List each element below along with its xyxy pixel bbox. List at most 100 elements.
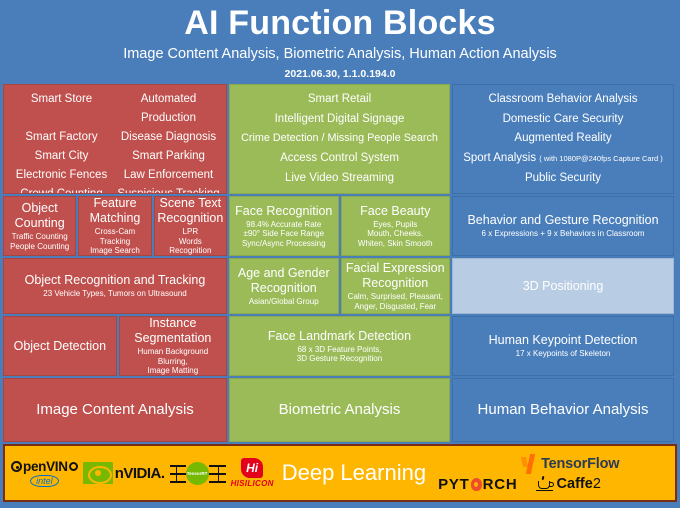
block-subtitle: Eyes, Pupils Mouth, Cheeks. Whiten, Skin… (357, 219, 433, 248)
app-tag-sport-analysis: Sport Analysis ( with 1080P@240fps Captu… (457, 149, 669, 168)
page-title: AI Function Blocks (184, 4, 496, 42)
caffe2-logo: Caffe2 (535, 475, 601, 492)
red-features-row-2: Object Counting Traffic Counting People … (3, 196, 227, 256)
app-tag: Smart Factory (25, 131, 98, 143)
block-face-recognition[interactable]: Face Recognition 98.4% Accurate Rate ±90… (229, 196, 339, 256)
blue-applications-block: Classroom Behavior Analysis Domestic Car… (452, 84, 674, 194)
frameworks-left-group: penVIN intel nVIDIA. TensorRT Hi HISILIC… (5, 458, 274, 488)
table-row: Smart City Smart Parking (8, 147, 222, 166)
hisilicon-label: HISILICON (230, 479, 274, 488)
block-feature-matching[interactable]: Feature Matching Cross-Cam Tracking Imag… (78, 196, 152, 256)
block-subtitle: 17 x Keypoints of Skeleton (515, 349, 611, 359)
openvino-tail-icon (68, 462, 78, 471)
app-tag: Intelligent Digital Signage (274, 112, 405, 125)
block-face-beauty[interactable]: Face Beauty Eyes, Pupils Mouth, Cheeks. … (340, 196, 450, 256)
deep-learning-section: penVIN intel nVIDIA. TensorRT Hi HISILIC… (0, 442, 680, 505)
block-object-detection[interactable]: Object Detection (3, 316, 117, 376)
app-tag: Electronic Fences (15, 169, 108, 181)
header: AI Function Blocks Image Content Analysi… (0, 0, 680, 84)
pytorch-label-a: PYT (438, 475, 470, 493)
deep-learning-bar: penVIN intel nVIDIA. TensorRT Hi HISILIC… (3, 444, 677, 502)
block-title: Face Landmark Detection (267, 328, 412, 343)
red-features-row-3: Object Recognition and Tracking 23 Vehic… (3, 258, 227, 314)
summary-label: Biometric Analysis (278, 401, 401, 418)
app-tag: Smart Retail (307, 93, 372, 106)
deep-learning-title: Deep Learning (281, 460, 427, 485)
tensorrt-logo: TensorRT (169, 459, 226, 487)
green-features-row-2: Face Recognition 98.4% Accurate Rate ±90… (229, 196, 450, 256)
block-title: 3D Positioning (522, 278, 604, 293)
pytorch-flame-icon (470, 477, 482, 491)
app-tag: Crime Detection / Missing People Search (241, 132, 438, 145)
block-object-recognition-and-tracking[interactable]: Object Recognition and Tracking 23 Vehic… (3, 258, 227, 314)
block-title: Behavior and Gesture Recognition (467, 213, 659, 228)
table-row: Crowd Counting Suspicious Tracking (8, 185, 222, 194)
tensorrt-line-icon (175, 465, 178, 481)
blue-features-row-4: Human Keypoint Detection 17 x Keypoints … (452, 316, 674, 376)
app-tag: Classroom Behavior Analysis (488, 93, 638, 106)
block-human-keypoint-detection[interactable]: Human Keypoint Detection 17 x Keypoints … (452, 316, 674, 376)
openvino-o-icon (11, 461, 22, 472)
block-object-counting[interactable]: Object Counting Traffic Counting People … (3, 196, 77, 256)
app-tag: Access Control System (280, 152, 399, 165)
block-behavior-and-gesture-recognition[interactable]: Behavior and Gesture Recognition 6 x Exp… (452, 196, 674, 256)
red-applications-block: Smart Store Automated Production Smart F… (3, 84, 227, 194)
openvino-logo: penVIN intel (11, 459, 78, 487)
block-title: Human Keypoint Detection (488, 333, 638, 348)
block-title: Face Beauty (360, 203, 431, 218)
pytorch-label-b: RCH (482, 475, 518, 493)
app-tag: Public Security (524, 171, 602, 184)
hisilicon-mark-icon: Hi (241, 458, 264, 478)
nvidia-eye-icon (82, 462, 113, 484)
block-subtitle: Asian/Global Group (248, 296, 319, 306)
tensorrt-label: TensorRT (185, 462, 209, 485)
summary-biometric-analysis[interactable]: Biometric Analysis (229, 378, 450, 442)
block-title: Age and Gender Recognition (237, 265, 330, 295)
block-subtitle: 23 Vehicle Types, Tumors on Ultrasound (43, 289, 187, 299)
block-title: Object Counting (14, 201, 65, 230)
green-features-row-4: Face Landmark Detection 68 x 3D Feature … (229, 316, 450, 376)
summary-label: Image Content Analysis (36, 401, 194, 418)
frameworks-right-row-2: PYT RCH Caffe2 (438, 476, 619, 493)
coffee-cup-icon (535, 475, 554, 492)
summary-human-behavior-analysis[interactable]: Human Behavior Analysis (452, 378, 674, 442)
pytorch-logo: PYT RCH (438, 476, 517, 493)
block-face-landmark-detection[interactable]: Face Landmark Detection 68 x 3D Feature … (229, 316, 450, 376)
column-human-behavior-analysis: Classroom Behavior Analysis Domestic Car… (452, 84, 674, 442)
block-instance-segmentation[interactable]: Instance Segmentation Human Background B… (118, 316, 227, 376)
app-tag: Domestic Care Security (502, 112, 624, 125)
app-tag: Augmented Reality (514, 132, 612, 145)
block-facial-expression-recognition[interactable]: Facial Expression Recognition Calm, Surp… (340, 258, 450, 314)
green-applications-block: Smart Retail Intelligent Digital Signage… (229, 84, 450, 194)
intel-badge: intel (30, 475, 59, 487)
block-title: Facial Expression Recognition (345, 261, 445, 290)
table-row: Smart Store Automated Production (8, 90, 222, 128)
openvino-label: penVIN (23, 459, 68, 474)
nvidia-label: nVIDIA. (114, 464, 165, 482)
block-title: Object Detection (13, 338, 107, 353)
block-age-and-gender-recognition[interactable]: Age and Gender Recognition Asian/Global … (229, 258, 339, 314)
block-subtitle: 68 x 3D Feature Points, 3D Gesture Recog… (296, 344, 383, 364)
summary-image-content-analysis[interactable]: Image Content Analysis (3, 378, 227, 442)
block-scene-text-recognition[interactable]: Scene Text Recognition LPR Words Recogni… (153, 196, 227, 256)
tensorrt-line-icon (169, 465, 186, 467)
block-3d-positioning[interactable]: 3D Positioning (452, 258, 674, 314)
block-title: Instance Segmentation (134, 316, 212, 346)
app-tag-label: Sport Analysis (463, 152, 537, 165)
block-subtitle: LPR Words Recognition (169, 227, 212, 256)
block-subtitle: Traffic Counting People Counting (10, 232, 70, 251)
frameworks-right-group: TensorFlow PYT RCH Caffe2 (434, 453, 620, 493)
block-title: Scene Text Recognition (157, 196, 224, 226)
block-subtitle: Cross-Cam Tracking Image Search (90, 227, 140, 256)
green-features-row-3: Age and Gender Recognition Asian/Global … (229, 258, 450, 314)
column-image-content-analysis: Smart Store Automated Production Smart F… (3, 84, 227, 442)
block-title: Face Recognition (235, 203, 333, 218)
app-tag: Smart Store (30, 93, 93, 105)
frameworks-right-row-1: TensorFlow (438, 453, 620, 474)
app-tag: Disease Diagnosis (120, 131, 217, 143)
app-tag: Suspicious Tracking (117, 188, 220, 194)
app-tag: Live Video Streaming (284, 171, 395, 184)
tensorrt-line-icon (217, 465, 220, 481)
red-features-row-4: Object Detection Instance Segmentation H… (3, 316, 227, 376)
block-subtitle: 98.4% Accurate Rate ±90° Side Face Range… (241, 219, 326, 248)
